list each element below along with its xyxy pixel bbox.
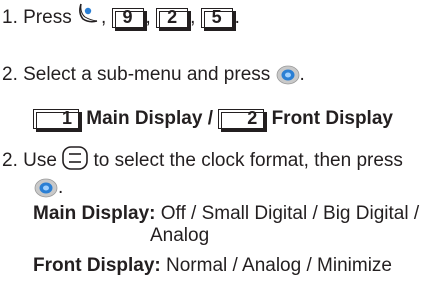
key-5: 5	[200, 7, 233, 28]
step-1: 1. Press , 9, 2, 5.	[2, 3, 240, 29]
navigation-key-icon	[62, 146, 89, 170]
submenu-options: 1 Main Display / 2 Front Display	[33, 108, 393, 130]
step-2-text: 2. Select a sub-menu and press	[2, 64, 271, 85]
step-3-text-a: 2. Use	[2, 150, 57, 171]
main-display-label: Main Display:	[33, 203, 156, 224]
key-9: 9	[111, 7, 144, 28]
step-3-text-b: to select the clock format, then press	[93, 150, 403, 171]
main-display-formats: Main Display: Off / Small Digital / Big …	[33, 203, 419, 225]
key-2-submenu: 2	[218, 108, 265, 129]
menu-key-icon	[79, 3, 98, 23]
main-display-options: Off / Small Digital / Big Digital /	[160, 203, 420, 224]
step-2: 2. Select a sub-menu and press .	[2, 64, 305, 85]
ok-key-icon	[34, 178, 58, 198]
main-display-options-cont: Analog	[150, 225, 210, 246]
step-3: 2. Use to select the clock format, then …	[2, 146, 403, 172]
main-display-formats-cont: Analog	[150, 225, 209, 247]
front-display-option: Front Display	[271, 108, 393, 129]
step-3-ok: .	[34, 177, 63, 199]
front-display-options: Normal / Analog / Minimize	[166, 255, 392, 276]
ok-key-icon	[276, 65, 299, 85]
front-display-formats: Front Display: Normal / Analog / Minimiz…	[33, 255, 392, 277]
key-1: 1	[33, 108, 79, 129]
main-display-option: Main Display	[86, 108, 203, 129]
step-1-text: 1. Press	[2, 7, 72, 28]
front-display-label: Front Display:	[33, 255, 161, 276]
key-2: 2	[156, 7, 189, 28]
